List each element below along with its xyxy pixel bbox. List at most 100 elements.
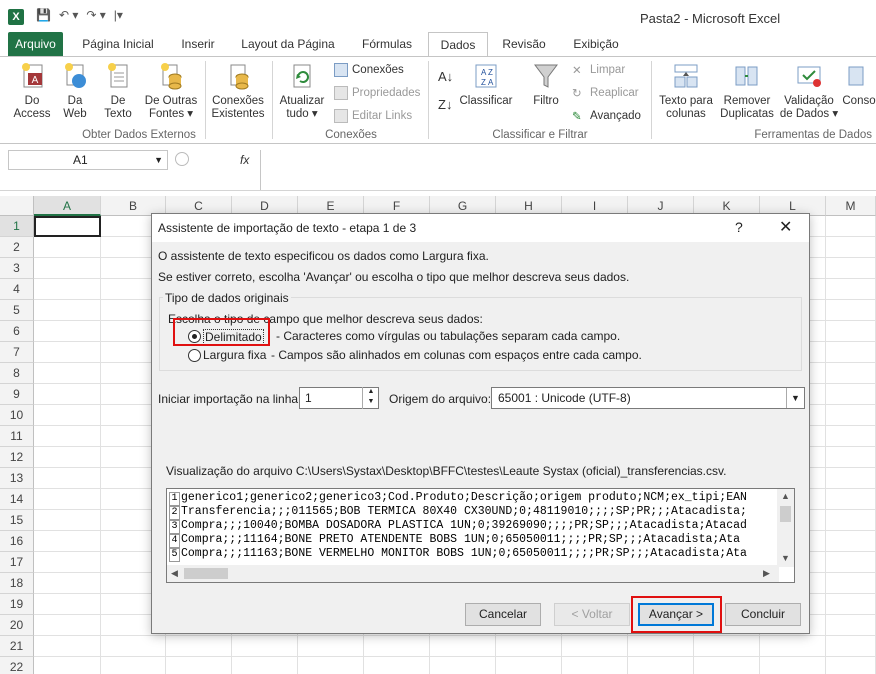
row-header-1[interactable]: 1 [0, 216, 34, 237]
row-header-6[interactable]: 6 [0, 321, 34, 342]
refresh-icon [293, 64, 311, 88]
start-row-spin-buttons[interactable]: ▲ ▼ [362, 387, 379, 409]
row-header-17[interactable]: 17 [0, 552, 34, 573]
back-button[interactable]: < Voltar [554, 603, 630, 626]
tab-inserir[interactable]: Inserir [172, 32, 224, 56]
column-header-m[interactable]: M [826, 196, 876, 216]
file-origin-select[interactable]: 65001 : Unicode (UTF-8) ▼ [491, 387, 805, 409]
preview-line: 5 Compra;;;11163;BONE VERMELHO MONITOR BO… [169, 547, 747, 562]
sort-az-button[interactable]: A↓ [438, 69, 453, 84]
consolidate-button[interactable]: Conso [842, 61, 876, 108]
close-icon[interactable]: ✕ [779, 217, 792, 237]
refresh-all-button[interactable]: Atualizar tudo ▾ [276, 61, 328, 121]
existing-connections-button[interactable]: Conexões Existentes [208, 61, 268, 121]
row-header-21[interactable]: 21 [0, 636, 34, 657]
row-header-2[interactable]: 2 [0, 237, 34, 258]
tab-layout-pagina[interactable]: Layout da Página [236, 32, 340, 56]
separator [205, 61, 206, 139]
preview-line: 3 Compra;;;10040;BOMBA DOSADORA PLASTICA … [169, 519, 747, 534]
connections-icon [334, 63, 348, 77]
sort-button[interactable]: AZZA Classificar [458, 61, 514, 108]
preview-line: 4 Compra;;;11164;BONE PRETO ATENDENTE BOB… [169, 533, 740, 548]
row-header-12[interactable]: 12 [0, 447, 34, 468]
group-label-sort-filter: Classificar e Filtrar [492, 129, 588, 141]
spin-down-icon[interactable]: ▼ [363, 397, 379, 407]
undo-icon[interactable]: ↶ ▾ [59, 8, 78, 22]
formula-cancel-icon [175, 152, 189, 166]
data-validation-icon [797, 66, 821, 87]
spin-up-icon[interactable]: ▲ [363, 387, 379, 397]
formula-divider [260, 150, 261, 190]
row-header-18[interactable]: 18 [0, 573, 34, 594]
properties-button[interactable]: Propriedades [334, 86, 420, 100]
row-header-4[interactable]: 4 [0, 279, 34, 300]
delimited-highlight-box [173, 318, 270, 346]
web-icon [65, 63, 86, 88]
filter-button[interactable]: Filtro [526, 61, 566, 108]
from-other-sources-button[interactable]: De Outras Fontes ▾ [140, 61, 202, 121]
active-cell-a1[interactable] [34, 216, 101, 237]
fixed-width-radio[interactable] [188, 349, 201, 362]
sort-dialog-icon: A ZZ A [475, 64, 497, 88]
tab-exibicao[interactable]: Exibição [564, 32, 628, 56]
sort-za-button[interactable]: Z↓ [438, 97, 452, 112]
row-header-22[interactable]: 22 [0, 657, 34, 674]
row-header-3[interactable]: 3 [0, 258, 34, 279]
scroll-down-icon[interactable]: ▼ [781, 553, 790, 563]
scroll-thumb[interactable] [184, 568, 228, 579]
from-access-button[interactable]: A Do Access [12, 61, 52, 121]
clear-filter-button[interactable]: ✕ Limpar [572, 63, 625, 77]
row-header-16[interactable]: 16 [0, 531, 34, 552]
name-box[interactable]: A1 ▼ [8, 150, 168, 170]
save-icon[interactable]: 💾 [36, 8, 51, 22]
row-header-7[interactable]: 7 [0, 342, 34, 363]
advanced-filter-button[interactable]: ✎ Avançado [572, 109, 641, 123]
fixed-width-label[interactable]: Largura fixa [203, 348, 266, 362]
column-header-a[interactable]: A [34, 196, 101, 216]
row-header-19[interactable]: 19 [0, 594, 34, 615]
remove-duplicates-button[interactable]: Remover Duplicatas [718, 61, 776, 121]
select-all-corner[interactable] [0, 196, 34, 216]
help-icon[interactable]: ? [735, 219, 743, 235]
scroll-thumb[interactable] [780, 506, 791, 522]
group-label-connections: Conexões [325, 129, 377, 141]
finish-button[interactable]: Concluir [725, 603, 801, 626]
dialog-title: Assistente de importação de texto - etap… [158, 221, 417, 235]
scroll-left-icon[interactable]: ◀ [171, 568, 178, 579]
tab-dados[interactable]: Dados [428, 32, 488, 56]
edit-links-button[interactable]: Editar Links [334, 109, 412, 123]
row-header-9[interactable]: 9 [0, 384, 34, 405]
row-header-20[interactable]: 20 [0, 615, 34, 636]
text-to-columns-button[interactable]: Texto para colunas [654, 61, 718, 121]
redo-icon[interactable]: ↷ ▾ [86, 8, 105, 22]
connections-button[interactable]: Conexões [334, 63, 404, 77]
window-title: Pasta2 - Microsoft Excel [640, 11, 781, 26]
from-text-button[interactable]: De Texto [98, 61, 138, 121]
scroll-up-icon[interactable]: ▲ [781, 491, 790, 501]
file-preview-box[interactable]: 1 generico1;generico2;generico3;Cod.Produ… [166, 488, 795, 583]
tab-pagina-inicial[interactable]: Página Inicial [76, 32, 160, 56]
tab-formulas[interactable]: Fórmulas [354, 32, 420, 56]
row-header-8[interactable]: 8 [0, 363, 34, 384]
preview-vertical-scrollbar[interactable]: ▲ ▼ [777, 489, 794, 567]
row-header-10[interactable]: 10 [0, 405, 34, 426]
customize-qat-icon[interactable]: |▾ [114, 8, 123, 22]
chevron-down-icon[interactable]: ▼ [786, 388, 804, 408]
delimited-description: - Caracteres como vírgulas ou tabulações… [276, 329, 621, 343]
scroll-right-icon[interactable]: ▶ [763, 568, 770, 579]
row-header-5[interactable]: 5 [0, 300, 34, 321]
row-header-15[interactable]: 15 [0, 510, 34, 531]
insert-function-icon[interactable]: fx [240, 153, 249, 167]
tab-revisao[interactable]: Revisão [494, 32, 554, 56]
title-bar: X 💾 ↶ ▾ ↷ ▾ |▾ Pasta2 - Microsoft Excel [0, 0, 876, 32]
grid-line [100, 216, 101, 674]
row-header-13[interactable]: 13 [0, 468, 34, 489]
row-header-14[interactable]: 14 [0, 489, 34, 510]
reapply-button[interactable]: ↻ Reaplicar [572, 86, 639, 100]
cancel-button[interactable]: Cancelar [465, 603, 541, 626]
data-validation-button[interactable]: Validação de Dados ▾ [778, 61, 840, 121]
tab-arquivo[interactable]: Arquivo [8, 32, 63, 56]
preview-horizontal-scrollbar[interactable]: ◀ ▶ [167, 565, 779, 582]
row-header-11[interactable]: 11 [0, 426, 34, 447]
from-web-button[interactable]: Da Web [56, 61, 94, 121]
